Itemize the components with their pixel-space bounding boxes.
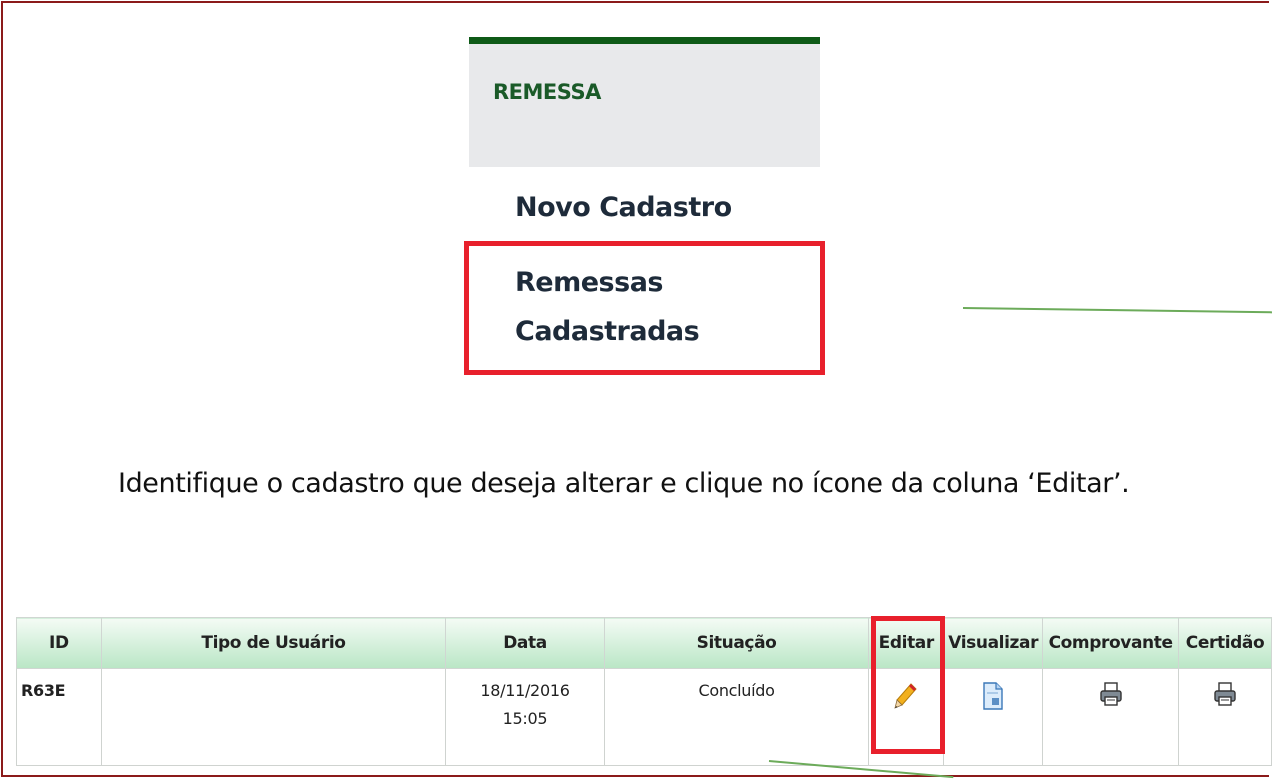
- document-icon[interactable]: [981, 681, 1005, 715]
- table-header-row: ID Tipo de Usuário Data Situação Editar …: [16, 617, 1272, 669]
- table-row: R63E 18/11/2016 15:05 Concluído: [16, 668, 1272, 766]
- menu-header-label: REMESSA: [493, 80, 601, 104]
- col-header-situacao: Situação: [603, 617, 870, 669]
- menu-item-novo-cadastro[interactable]: Novo Cadastro: [515, 182, 732, 234]
- col-header-certidao: Certidão: [1178, 617, 1272, 669]
- printer-icon[interactable]: [1098, 681, 1124, 711]
- cell-data: 18/11/2016 15:05: [445, 668, 605, 766]
- col-header-id: ID: [16, 617, 102, 669]
- instruction-text: Identifique o cadastro que deseja altera…: [118, 468, 1130, 499]
- col-header-data: Data: [445, 617, 605, 669]
- menu-item-remessas-line1[interactable]: Remessas: [515, 257, 663, 309]
- cell-visualizar: [943, 668, 1044, 766]
- cell-tipo: [100, 668, 447, 766]
- remessas-table: ID Tipo de Usuário Data Situação Editar …: [16, 617, 1272, 766]
- highlight-box-editar: [871, 616, 945, 754]
- col-header-tipo: Tipo de Usuário: [100, 617, 447, 669]
- col-header-visualizar: Visualizar: [943, 617, 1044, 669]
- printer-icon[interactable]: [1212, 681, 1238, 711]
- cell-certidao: [1178, 668, 1272, 766]
- cell-comprovante: [1042, 668, 1180, 766]
- menu-header: REMESSA: [469, 37, 820, 167]
- menu-item-remessas-line2[interactable]: Cadastradas: [515, 306, 700, 358]
- col-header-comprovante: Comprovante: [1042, 617, 1180, 669]
- cell-situacao: Concluído: [603, 668, 870, 766]
- cell-id: R63E: [16, 668, 102, 766]
- cell-data-time: 15:05: [502, 709, 548, 728]
